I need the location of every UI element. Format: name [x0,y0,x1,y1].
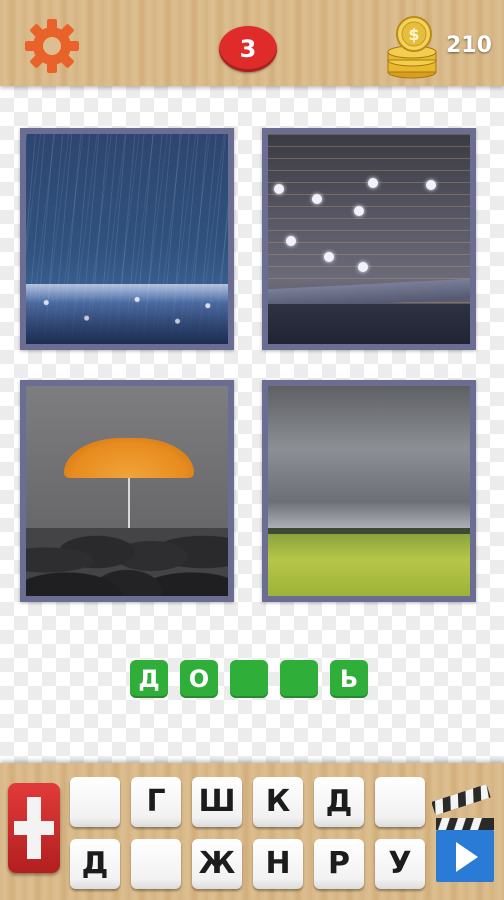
letter-key[interactable]: Г [131,777,181,827]
picture-2[interactable] [262,128,476,350]
raindrop [358,262,368,272]
gear-icon[interactable] [22,16,82,76]
raindrop [354,206,364,216]
letter-key[interactable]: У [375,839,425,889]
picture-3[interactable] [20,380,234,602]
level-badge: 3 [219,26,277,72]
answer-slot[interactable] [230,660,268,698]
letter-key[interactable]: К [253,777,303,827]
letter-key[interactable]: Ш [192,777,242,827]
svg-text:$: $ [408,25,419,44]
letter-key[interactable]: Д [70,839,120,889]
top-bar: 3 $ 210 [0,0,504,86]
raindrop [368,178,378,188]
coin-stack-icon: $ [384,14,440,80]
raindrop [286,236,296,246]
raindrop [324,252,334,262]
clapperboard-play-icon [431,784,494,882]
rain-splash [26,284,228,344]
hint-button[interactable] [8,783,60,873]
video-hint-button[interactable] [431,778,496,886]
black-umbrellas [26,528,228,596]
answer-slot[interactable]: Д [130,660,168,698]
raindrop [312,194,322,204]
answer-slot[interactable]: О [180,660,218,698]
letter-key[interactable]: Д [314,777,364,827]
storm-field-image [268,386,470,596]
umbrella-image [26,386,228,596]
coin-count: 210 [446,33,492,58]
letter-key[interactable]: Н [253,839,303,889]
letter-key[interactable]: Ж [192,839,242,889]
picture-1[interactable] [20,128,234,350]
raindrop [274,184,284,194]
green-field [268,534,470,596]
answer-slot[interactable]: Ь [330,660,368,698]
letter-key[interactable] [131,839,181,889]
car-window-image [268,134,470,344]
orange-umbrella [64,438,194,478]
answer-slot[interactable] [280,660,318,698]
plus-icon [14,797,54,859]
rain-image [26,134,228,344]
letter-key[interactable]: Р [314,839,364,889]
letter-key[interactable] [375,777,425,827]
car-body [268,304,470,344]
raindrop [426,180,436,190]
letter-key[interactable] [70,777,120,827]
picture-4[interactable] [262,380,476,602]
